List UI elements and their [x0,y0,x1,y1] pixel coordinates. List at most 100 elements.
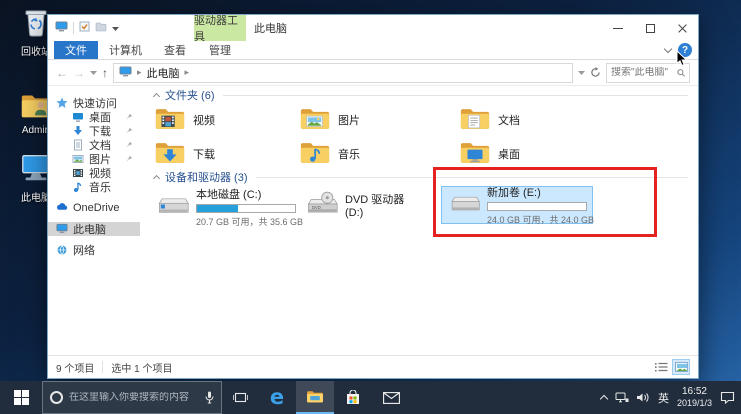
folder-tile-videos[interactable]: 视频 [154,106,299,134]
onedrive-cloud-icon [56,202,68,214]
sidebar-item-desktop[interactable]: 桌面 [48,110,140,124]
pin-icon [126,113,133,120]
hard-drive-icon [447,192,481,219]
sidebar-item-this-pc[interactable]: 此电脑 [48,222,140,236]
hard-drive-icon [154,193,190,222]
drive-tile-e-selected[interactable]: 新加卷 (E:) 24.0 GB 可用，共 24.0 GB [441,186,594,225]
volume-icon[interactable] [636,392,650,403]
picture-icon [72,153,84,165]
collapse-group-icon [152,174,161,182]
tray-date: 2019/1/3 [676,398,712,409]
group-header-label: 设备和驱动器 (3) [165,172,248,184]
tab-view[interactable]: 查看 [153,41,197,59]
folder-name: 图片 [338,115,360,127]
language-indicator[interactable]: 英 [658,390,669,406]
start-button[interactable] [0,381,42,414]
folders-group-header[interactable]: 文件夹 (6) [152,88,688,102]
show-hidden-icons-chevron[interactable] [599,394,609,404]
navigation-pane: 快速访问 桌面 下载 文档 图片 视频 音乐 OneDrive 此电脑 网络 [48,86,140,355]
action-center-icon[interactable] [720,391,735,404]
network-globe-icon [56,244,68,256]
desktop-icon [72,111,84,123]
quick-access-star-icon [56,97,68,109]
sidebar-item-videos[interactable]: 视频 [48,166,140,180]
drives-group-header[interactable]: 设备和驱动器 (3) [152,170,688,184]
minimize-button[interactable] [602,15,634,41]
forward-button[interactable]: → [73,67,85,79]
folder-tile-downloads[interactable]: 下载 [154,140,299,168]
search-box [606,62,690,83]
folder-name: 桌面 [498,149,520,161]
taskbar-search-box[interactable] [42,381,222,414]
download-icon [72,125,84,137]
titlebar[interactable]: 驱动器工具 此电脑 [48,15,698,43]
drive-tile-dvd[interactable]: DVD DVD 驱动器 (D:) [303,186,423,224]
capacity-bar [196,204,296,213]
qat-customize-dropdown-icon[interactable] [112,22,119,34]
sidebar-item-music[interactable]: 音乐 [48,180,140,194]
search-icon[interactable] [676,68,685,78]
pictures-folder-icon [299,105,331,135]
item-count: 9 个项目 [56,363,95,375]
up-button[interactable]: ↑ [102,67,108,79]
edge-icon: e [269,385,285,409]
properties-icon[interactable] [79,21,90,35]
folder-name: 下载 [193,149,215,161]
maximize-button[interactable] [634,15,666,41]
new-folder-icon[interactable] [95,22,107,35]
cortana-icon [50,391,63,404]
help-icon[interactable]: ? [678,43,692,57]
windows-logo-icon [13,390,29,405]
microphone-icon[interactable] [205,391,214,404]
back-button[interactable]: ← [56,67,68,79]
recent-locations-dropdown-icon[interactable] [90,70,97,75]
search-input[interactable] [611,67,674,78]
window-controls [602,15,698,41]
sidebar-item-pictures[interactable]: 图片 [48,152,140,166]
folder-tile-desktop[interactable]: 桌面 [459,140,688,168]
tab-manage[interactable]: 管理 [194,41,246,59]
sidebar-item-onedrive[interactable]: OneDrive [48,201,140,215]
close-button[interactable] [666,15,698,41]
folder-tile-documents[interactable]: 文档 [459,106,688,134]
downloads-folder-icon [154,139,186,169]
taskbar-file-explorer-button[interactable] [296,381,334,414]
taskbar-mail-button[interactable] [372,381,410,414]
tab-computer[interactable]: 计算机 [98,41,153,59]
sidebar-item-network[interactable]: 网络 [48,243,140,257]
taskbar-search-input[interactable] [69,392,199,403]
breadcrumb-this-pc[interactable]: 此电脑 [147,65,180,81]
large-icons-view-button[interactable] [672,359,690,375]
sidebar-item-downloads[interactable]: 下载 [48,124,140,138]
taskbar-store-button[interactable] [334,381,372,414]
drive-name: 新加卷 (E:) [487,187,541,199]
drive-tile-c[interactable]: 本地磁盘 (C:) 20.7 GB 可用，共 35.6 GB [154,186,303,228]
capacity-bar [487,202,587,211]
tab-file[interactable]: 文件 [54,41,98,59]
mail-icon [382,391,400,404]
network-icon[interactable] [615,392,629,403]
breadcrumb-chevron: ▸ [184,67,190,77]
folder-tile-pictures[interactable]: 图片 [299,106,459,134]
taskbar-clock[interactable]: 16:52 2019/1/3 [677,386,712,409]
taskbar: e 英 16:52 2019/1/3 [0,381,741,414]
folder-name: 文档 [498,115,520,127]
sidebar-item-documents[interactable]: 文档 [48,138,140,152]
file-explorer-icon [307,391,323,403]
taskbar-edge-button[interactable]: e [258,381,296,414]
sidebar-item-quick-access[interactable]: 快速访问 [48,96,140,110]
folders-grid: 视频 图片 文档 下载 音乐 桌面 [154,106,688,168]
address-box[interactable]: ▸ 此电脑 ▸ [113,62,573,83]
folder-tile-music[interactable]: 音乐 [299,140,459,168]
task-view-button[interactable] [222,381,258,414]
address-dropdown-icon[interactable] [578,70,585,75]
status-bar: 9 个项目 选中 1 个项目 [48,355,698,378]
documents-folder-icon [459,105,491,135]
contextual-tab-drive-tools[interactable]: 驱动器工具 [194,15,246,43]
refresh-icon[interactable] [590,67,601,78]
maximize-icon [645,23,655,33]
selected-count: 选中 1 个项目 [111,363,173,375]
expand-ribbon-icon[interactable] [663,44,673,53]
sidebar-item-label: 此电脑 [73,224,106,236]
details-view-button[interactable] [652,359,670,375]
